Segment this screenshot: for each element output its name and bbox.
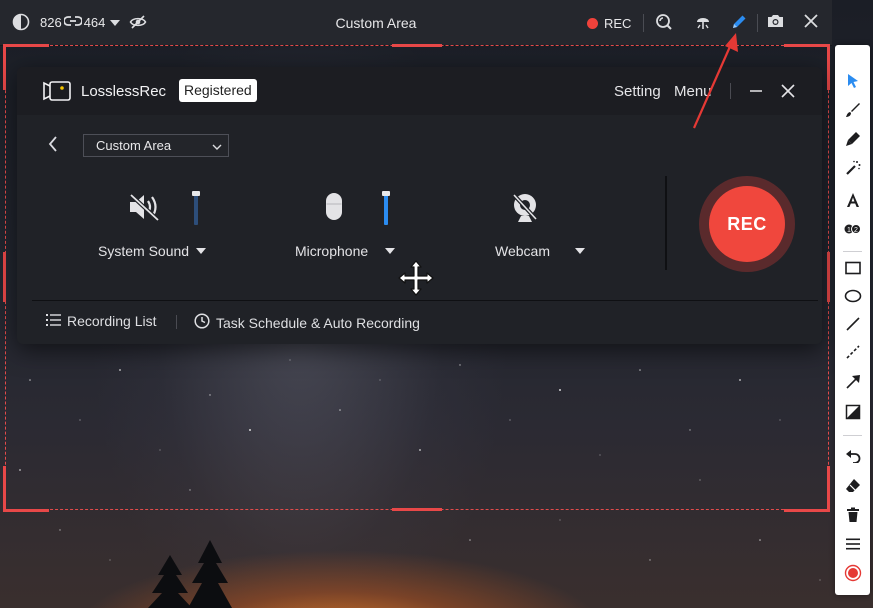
recording-list-text: Recording List — [67, 313, 157, 329]
webcam-label[interactable]: Webcam — [495, 243, 550, 259]
record-icon[interactable] — [835, 560, 870, 586]
number-step-icon[interactable]: 12 — [835, 216, 870, 242]
microphone-icon[interactable] — [322, 191, 346, 230]
tool-divider — [843, 251, 862, 252]
chevron-down-icon — [212, 139, 222, 154]
height-value[interactable]: 464 — [84, 15, 106, 30]
ellipse-icon[interactable] — [835, 283, 870, 309]
logo-icon — [42, 80, 72, 107]
eraser-icon[interactable] — [835, 473, 870, 499]
list-icon — [46, 313, 61, 329]
toolbar-divider — [643, 14, 644, 32]
rec-button[interactable]: REC — [709, 186, 785, 262]
link-icon[interactable] — [62, 15, 83, 30]
section-divider — [665, 176, 667, 270]
system-sound-slider-knob[interactable] — [192, 191, 200, 196]
recording-list-link[interactable]: Recording List — [46, 313, 157, 329]
webcam-dropdown-icon[interactable] — [575, 248, 585, 254]
contrast-icon[interactable] — [12, 13, 32, 33]
tree-silhouette — [148, 540, 232, 608]
microphone-dropdown-icon[interactable] — [385, 248, 395, 254]
brush-icon[interactable] — [835, 97, 870, 123]
rec-dot-icon — [587, 18, 598, 29]
webcam-text: Webcam — [495, 243, 550, 259]
svg-text:2: 2 — [854, 227, 858, 234]
fill-icon[interactable] — [835, 399, 870, 425]
toolbar-rec-label: REC — [604, 16, 632, 31]
mode-select[interactable]: Custom Area — [83, 134, 229, 157]
clock-icon — [194, 313, 210, 332]
webcam-off-icon[interactable] — [510, 192, 540, 229]
undo-icon[interactable] — [835, 443, 870, 469]
speaker-muted-icon[interactable] — [127, 192, 161, 227]
trash-icon[interactable] — [835, 502, 870, 528]
microphone-volume-slider[interactable] — [384, 193, 388, 225]
resize-handle-top[interactable] — [392, 44, 442, 47]
mode-select-value: Custom Area — [96, 138, 172, 153]
svg-text:1: 1 — [847, 227, 851, 234]
resize-handle-bottom[interactable] — [392, 508, 442, 511]
system-sound-volume-slider[interactable] — [194, 193, 198, 225]
system-sound-dropdown-icon[interactable] — [196, 248, 206, 254]
width-value[interactable]: 826 — [40, 15, 62, 30]
microphone-slider-knob[interactable] — [382, 191, 390, 196]
area-size-control[interactable]: 826 464 — [40, 15, 121, 30]
toolbar-divider — [757, 14, 758, 32]
resize-handle-right[interactable] — [827, 252, 830, 302]
move-cursor-icon — [398, 260, 434, 301]
microphone-label[interactable]: Microphone — [295, 243, 368, 259]
back-chevron-icon[interactable] — [47, 135, 59, 158]
magnifier-icon[interactable] — [655, 13, 675, 33]
resize-handle-bottom-left[interactable] — [3, 466, 49, 512]
hide-eye-icon[interactable] — [129, 13, 149, 33]
task-schedule-link[interactable]: Task Schedule & Auto Recording — [194, 313, 420, 332]
registered-badge: Registered — [179, 79, 257, 102]
system-sound-text: System Sound — [98, 243, 190, 259]
size-dropdown-icon[interactable] — [110, 15, 121, 30]
close-icon[interactable] — [803, 13, 823, 33]
toolbar-rec-button[interactable]: REC — [587, 16, 631, 31]
resize-handle-bottom-right[interactable] — [784, 466, 830, 512]
red-annotation-arrow — [692, 33, 738, 129]
camera-icon[interactable] — [766, 13, 786, 33]
window-close-icon[interactable] — [778, 81, 798, 101]
magic-wand-icon[interactable] — [835, 155, 870, 181]
app-brand: LosslessRec — [81, 83, 167, 100]
menu-icon[interactable] — [835, 531, 870, 557]
dashed-line-icon[interactable] — [835, 339, 870, 365]
system-sound-label[interactable]: System Sound — [98, 243, 189, 259]
rectangle-icon[interactable] — [835, 255, 870, 281]
line-icon[interactable] — [835, 311, 870, 337]
microphone-text: Microphone — [295, 243, 369, 259]
task-schedule-text: Task Schedule & Auto Recording — [216, 314, 420, 331]
annotation-toolbar: 12 — [835, 45, 870, 595]
text-icon[interactable] — [835, 187, 870, 213]
resize-handle-left[interactable] — [3, 252, 6, 302]
tool-divider — [843, 435, 862, 436]
marker-icon[interactable] — [835, 126, 870, 152]
cursor-icon[interactable] — [835, 68, 870, 94]
setting-link[interactable]: Setting — [614, 83, 661, 100]
footer-separator — [176, 315, 177, 329]
arrow-icon[interactable] — [835, 369, 870, 395]
